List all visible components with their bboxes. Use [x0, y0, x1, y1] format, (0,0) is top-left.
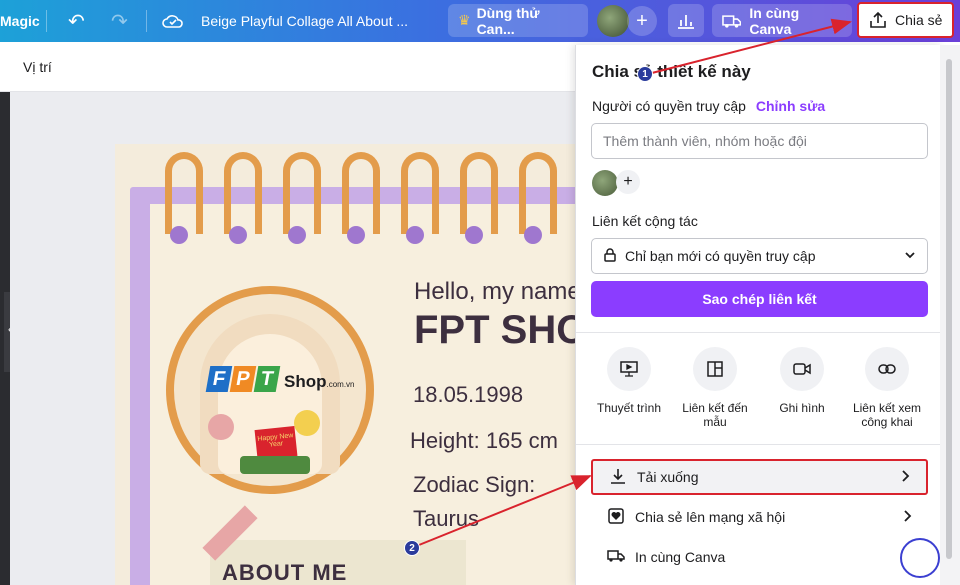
arrow-to-download	[413, 475, 592, 548]
step-badge-2: 2	[404, 540, 420, 556]
step-badge-1: 1	[637, 66, 653, 82]
arrow-to-share	[647, 18, 852, 75]
tutorial-arrows	[413, 18, 852, 548]
